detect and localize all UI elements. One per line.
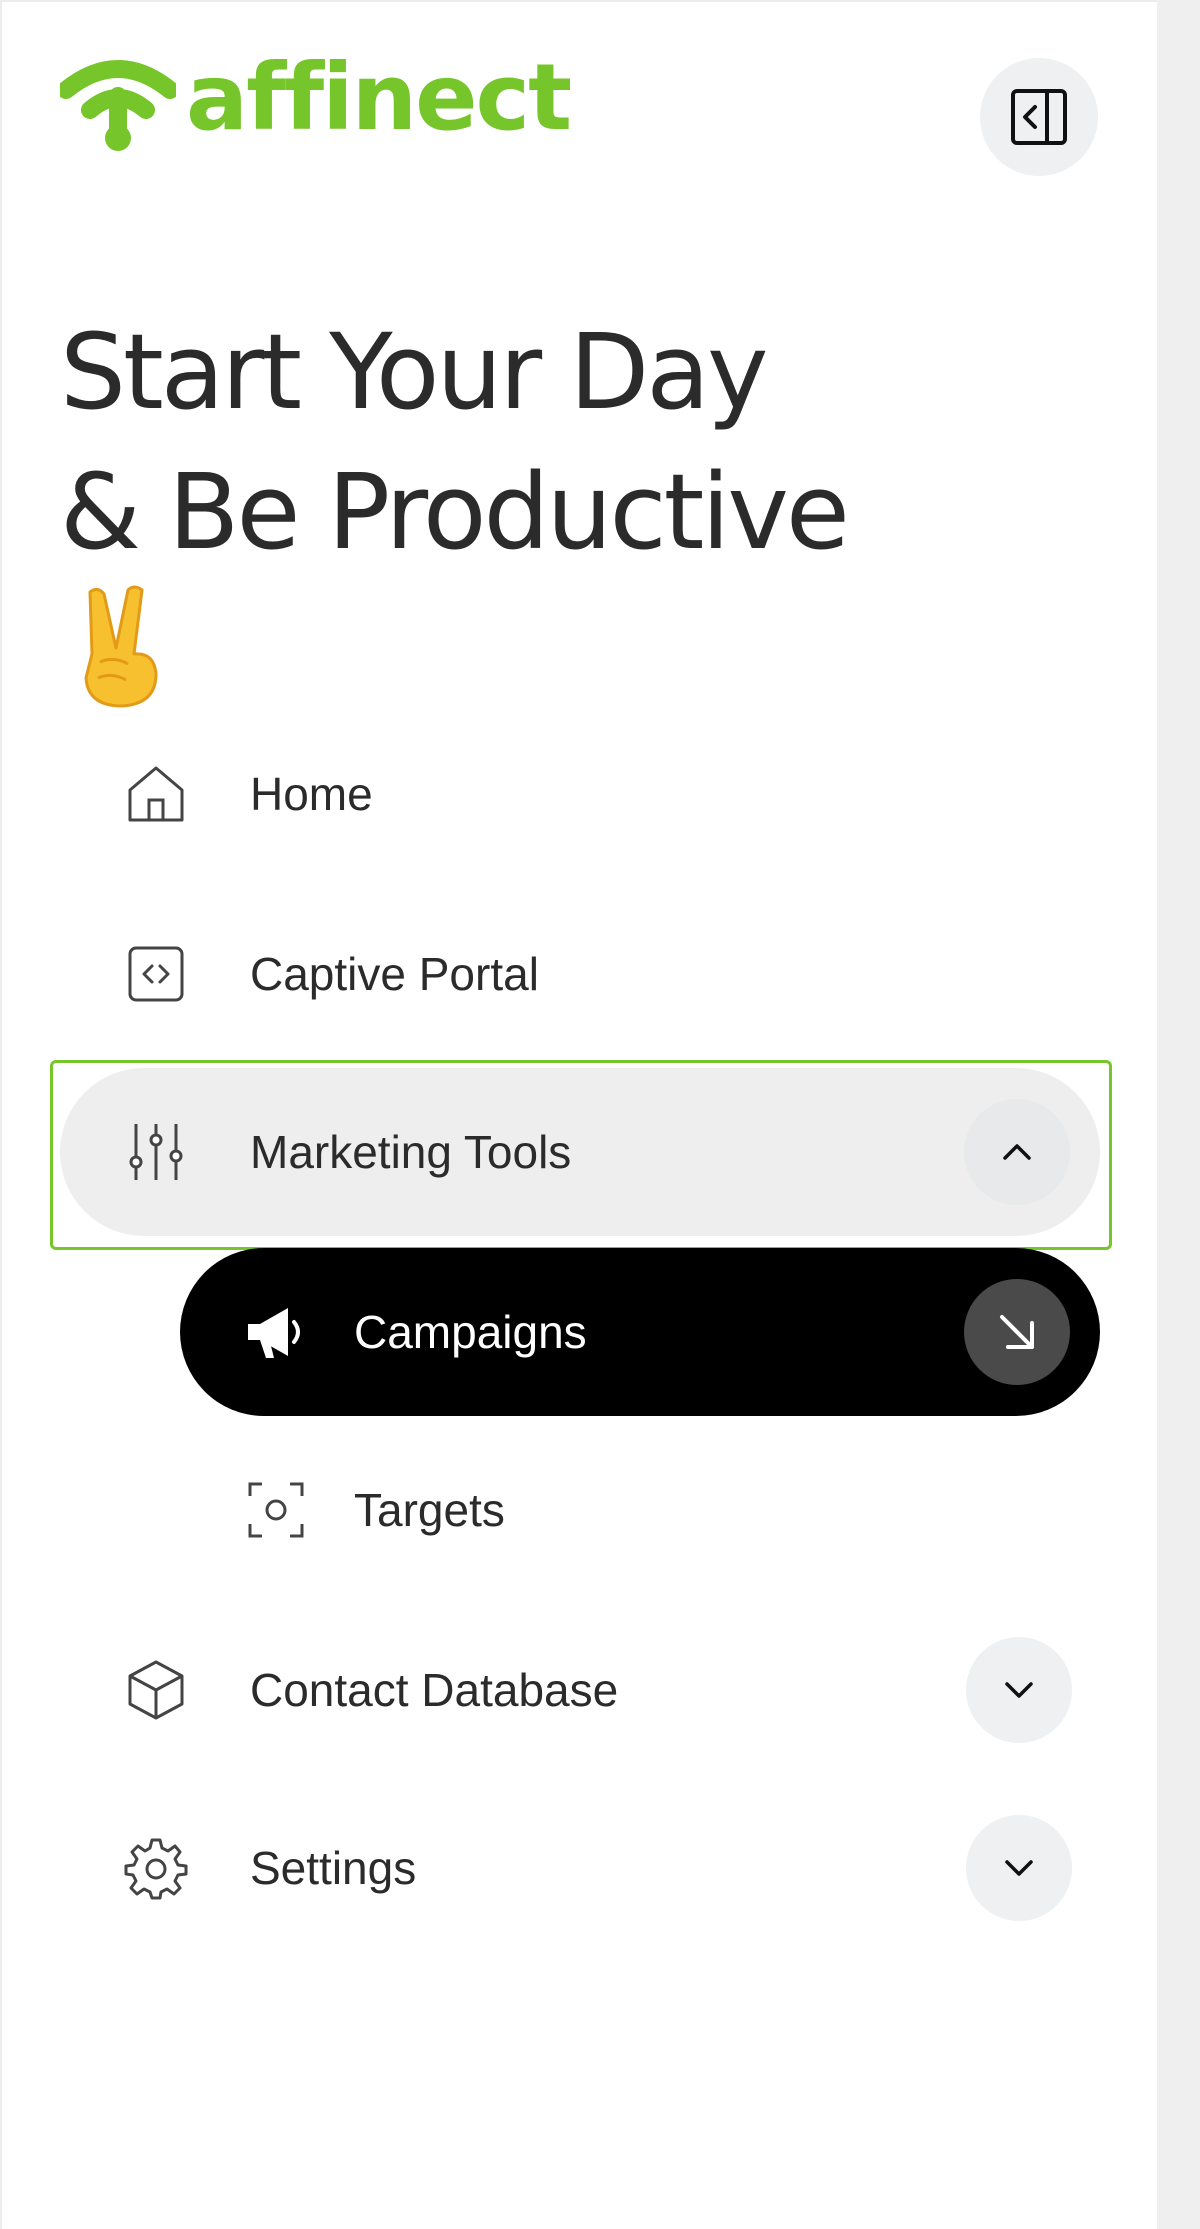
target-focus-icon [244, 1478, 308, 1542]
nav-item-campaigns[interactable]: Campaigns [180, 1248, 1100, 1416]
brand-name: affinect [186, 44, 572, 151]
house-icon [124, 762, 188, 826]
wifi-logo-icon [60, 60, 176, 151]
arrow-down-right-icon [1000, 1315, 1034, 1349]
nav-label-targets: Targets [354, 1484, 505, 1536]
cube-icon [124, 1658, 188, 1722]
megaphone-icon [244, 1300, 308, 1364]
sliders-icon [124, 1120, 188, 1184]
nav-label-settings: Settings [250, 1842, 417, 1894]
collapse-sidebar-button[interactable] [980, 58, 1098, 176]
sidebar: affinect Start Your Day & Be Productive [0, 0, 1157, 2229]
expand-contact-database-button[interactable] [966, 1637, 1072, 1743]
code-brackets-icon [124, 942, 188, 1006]
nav-item-captive-portal[interactable]: Captive Portal [124, 890, 1072, 1058]
open-campaigns-button[interactable] [964, 1279, 1070, 1385]
nav-label-marketing-tools: Marketing Tools [250, 1126, 572, 1178]
nav-label-captive-portal: Captive Portal [250, 948, 539, 1000]
collapse-marketing-tools-button[interactable] [964, 1099, 1070, 1205]
chevron-down-icon [1005, 1860, 1033, 1876]
expand-settings-button[interactable] [966, 1815, 1072, 1921]
nav-item-targets[interactable]: Targets [244, 1426, 1064, 1594]
gear-icon [124, 1836, 188, 1900]
page-headline: Start Your Day & Be Productive [60, 302, 850, 744]
nav-label-home: Home [250, 768, 373, 820]
nav-item-marketing-tools[interactable]: Marketing Tools [60, 1068, 1100, 1236]
brand-logo[interactable]: affinect [60, 44, 572, 154]
scrollbar-track[interactable] [1157, 0, 1200, 2229]
nav-item-settings[interactable]: Settings [124, 1784, 1072, 1952]
chevron-up-icon [1003, 1144, 1031, 1160]
nav-label-campaigns: Campaigns [354, 1306, 587, 1358]
sidebar-collapse-icon [1011, 89, 1067, 145]
headline-line-2: & Be Productive [60, 442, 850, 744]
headline-line-2-text: & Be Productive [60, 451, 850, 573]
nav-item-contact-database[interactable]: Contact Database [124, 1606, 1072, 1774]
headline-line-1: Start Your Day [60, 311, 769, 433]
nav-label-contact-database: Contact Database [250, 1664, 619, 1716]
nav-item-home[interactable]: Home [124, 710, 1072, 878]
chevron-down-icon [1005, 1682, 1033, 1698]
